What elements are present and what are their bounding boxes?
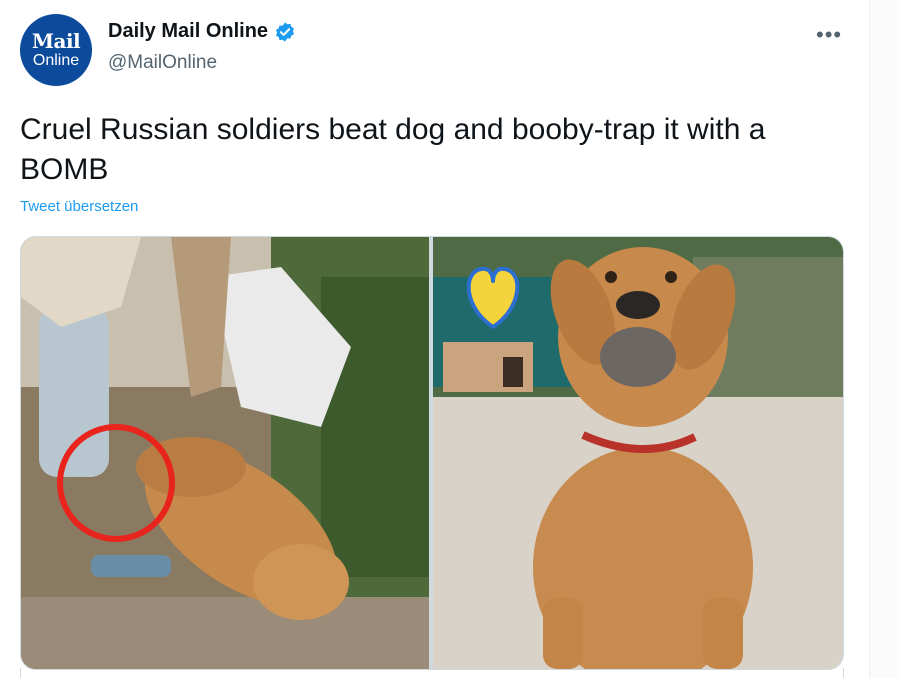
more-options-icon[interactable]: ••• [816,22,842,48]
photo-dog-booby-trap[interactable] [21,237,429,669]
tweet-media[interactable] [20,236,844,670]
translate-tweet-link[interactable]: Tweet übersetzen [20,198,138,215]
author-name[interactable]: Daily Mail Online [108,20,268,43]
timeline-edge [869,0,900,678]
avatar-logo-line1: Mail [31,28,81,53]
verified-badge-icon [276,21,295,42]
tweet-text: Cruel Russian soldiers beat dog and boob… [20,113,766,186]
author-row: Daily Mail Online [108,20,296,43]
author-handle[interactable]: @MailOnline [108,52,217,74]
avatar[interactable]: Mail Online [20,14,92,86]
media-footer [20,668,844,678]
photo-dog-portrait[interactable] [433,237,843,669]
avatar-logo-line2: Online [32,51,80,69]
